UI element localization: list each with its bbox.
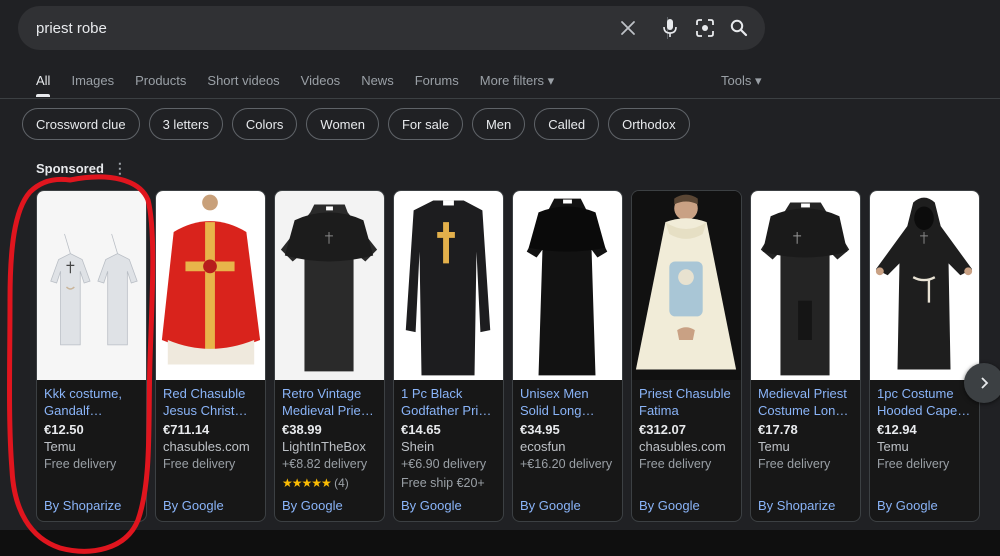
product-price: €34.95 [520, 422, 560, 437]
lens-icon[interactable] [691, 14, 719, 42]
product-store: chasubles.com [163, 439, 250, 454]
chip-3-letters[interactable]: 3 letters [148, 108, 223, 140]
product-delivery: +€6.90 delivery [401, 457, 487, 471]
product-price: €312.07 [639, 422, 686, 437]
product-title[interactable]: 1 Pc Black Godfather Priest Robe [401, 385, 496, 419]
product-image [156, 191, 265, 380]
chip-called[interactable]: Called [534, 108, 600, 140]
product-delivery: Free delivery [163, 457, 236, 471]
chip-for-sale[interactable]: For sale [387, 108, 463, 140]
product-image [751, 191, 860, 380]
product-store: LightInTheBox [282, 439, 366, 454]
sponsored-header: Sponsored ⋮ [36, 160, 127, 177]
search-icon[interactable] [725, 14, 753, 42]
product-title[interactable]: Kkk costume, Gandalf costume [44, 385, 139, 419]
tabs-divider [0, 98, 1000, 99]
product-store: Shein [401, 439, 435, 454]
product-title[interactable]: Priest Chasuble Fatima [639, 385, 734, 419]
tab-products[interactable]: Products [135, 73, 186, 97]
tab-images[interactable]: Images [71, 73, 114, 97]
product-title[interactable]: Medieval Priest Costume Long Robe [758, 385, 853, 419]
product-store: Temu [877, 439, 909, 454]
close-icon[interactable] [614, 14, 642, 42]
product-store: chasubles.com [639, 439, 726, 454]
product-delivery: +€16.20 delivery [520, 457, 613, 471]
tools-button[interactable]: Tools ▾ [721, 73, 762, 89]
search-bar[interactable] [18, 6, 765, 50]
product-delivery: Free delivery [758, 457, 831, 471]
product-delivery-note: Free ship €20+ [401, 476, 485, 490]
product-card[interactable]: Priest Chasuble Fatima €312.07 chasubles… [631, 190, 742, 522]
product-title[interactable]: 1pc Costume Hooded Cape Robe [877, 385, 972, 419]
refinement-chips: Crossword clue 3 letters Colors Women Fo… [22, 108, 699, 140]
product-title[interactable]: Red Chasuble Jesus Christ Vestment [163, 385, 258, 419]
tab-videos[interactable]: Videos [301, 73, 341, 97]
product-rating: ★★★★★ (4) [282, 474, 377, 492]
product-card[interactable]: Retro Vintage Medieval Priest Robe €38.9… [274, 190, 385, 522]
review-count: (4) [334, 476, 349, 490]
ad-provider-link[interactable]: By Google [401, 498, 462, 513]
product-image [513, 191, 622, 380]
chip-women[interactable]: Women [306, 108, 379, 140]
product-price: €14.65 [401, 422, 441, 437]
tab-more-filters[interactable]: More filters ▾ [480, 73, 554, 97]
product-store: Temu [44, 439, 76, 454]
microphone-icon[interactable] [656, 14, 684, 42]
product-card[interactable]: Red Chasuble Jesus Christ Vestment €711.… [155, 190, 266, 522]
tab-short-videos[interactable]: Short videos [207, 73, 279, 97]
tab-all[interactable]: All [36, 73, 51, 97]
sponsored-label: Sponsored [36, 161, 104, 176]
product-price: €12.50 [44, 422, 84, 437]
product-price: €711.14 [163, 422, 210, 437]
tab-news[interactable]: News [361, 73, 394, 97]
chip-orthodox[interactable]: Orthodox [608, 108, 690, 140]
product-image [870, 191, 979, 380]
chip-colors[interactable]: Colors [231, 108, 298, 140]
product-card[interactable]: Medieval Priest Costume Long Robe €17.78… [750, 190, 861, 522]
carousel-next-button[interactable] [964, 363, 1000, 403]
ad-provider-link[interactable]: By Google [163, 498, 224, 513]
product-card[interactable]: 1pc Costume Hooded Cape Robe €12.94 Temu… [869, 190, 980, 522]
chip-men[interactable]: Men [471, 108, 526, 140]
product-price: €38.99 [282, 422, 322, 437]
product-delivery: Free delivery [877, 457, 950, 471]
more-options-icon[interactable]: ⋮ [113, 160, 127, 177]
tab-forums[interactable]: Forums [415, 73, 459, 97]
product-delivery: +€8.82 delivery [282, 457, 368, 471]
ad-provider-link[interactable]: By Shoparize [44, 498, 121, 513]
product-card[interactable]: 1 Pc Black Godfather Priest Robe €14.65 … [393, 190, 504, 522]
search-tabs: All Images Products Short videos Videos … [36, 73, 575, 97]
product-delivery: Free delivery [639, 457, 712, 471]
ad-provider-link[interactable]: By Google [282, 498, 343, 513]
star-rating-icon: ★★★★★ [282, 476, 332, 490]
product-carousel: Kkk costume, Gandalf costume €12.50 Temu… [36, 190, 988, 522]
product-card[interactable]: Kkk costume, Gandalf costume €12.50 Temu… [36, 190, 147, 522]
product-title[interactable]: Retro Vintage Medieval Priest Robe [282, 385, 377, 419]
product-image [37, 191, 146, 380]
search-input[interactable] [36, 6, 596, 50]
product-title[interactable]: Unisex Men Solid Long Father Vintage Rob… [520, 385, 615, 419]
product-price: €17.78 [758, 422, 798, 437]
product-price: €12.94 [877, 422, 917, 437]
ad-provider-link[interactable]: By Shoparize [758, 498, 835, 513]
product-card[interactable]: Unisex Men Solid Long Father Vintage Rob… [512, 190, 623, 522]
product-store: ecosfun [520, 439, 566, 454]
product-image [394, 191, 503, 380]
ad-provider-link[interactable]: By Google [639, 498, 700, 513]
chevron-right-icon [981, 377, 989, 389]
product-image [275, 191, 384, 380]
product-delivery: Free delivery [44, 457, 117, 471]
ad-provider-link[interactable]: By Google [520, 498, 581, 513]
product-store: Temu [758, 439, 790, 454]
chip-crossword-clue[interactable]: Crossword clue [22, 108, 140, 140]
bottom-strip [0, 530, 1000, 556]
product-image [632, 191, 741, 380]
ad-provider-link[interactable]: By Google [877, 498, 938, 513]
